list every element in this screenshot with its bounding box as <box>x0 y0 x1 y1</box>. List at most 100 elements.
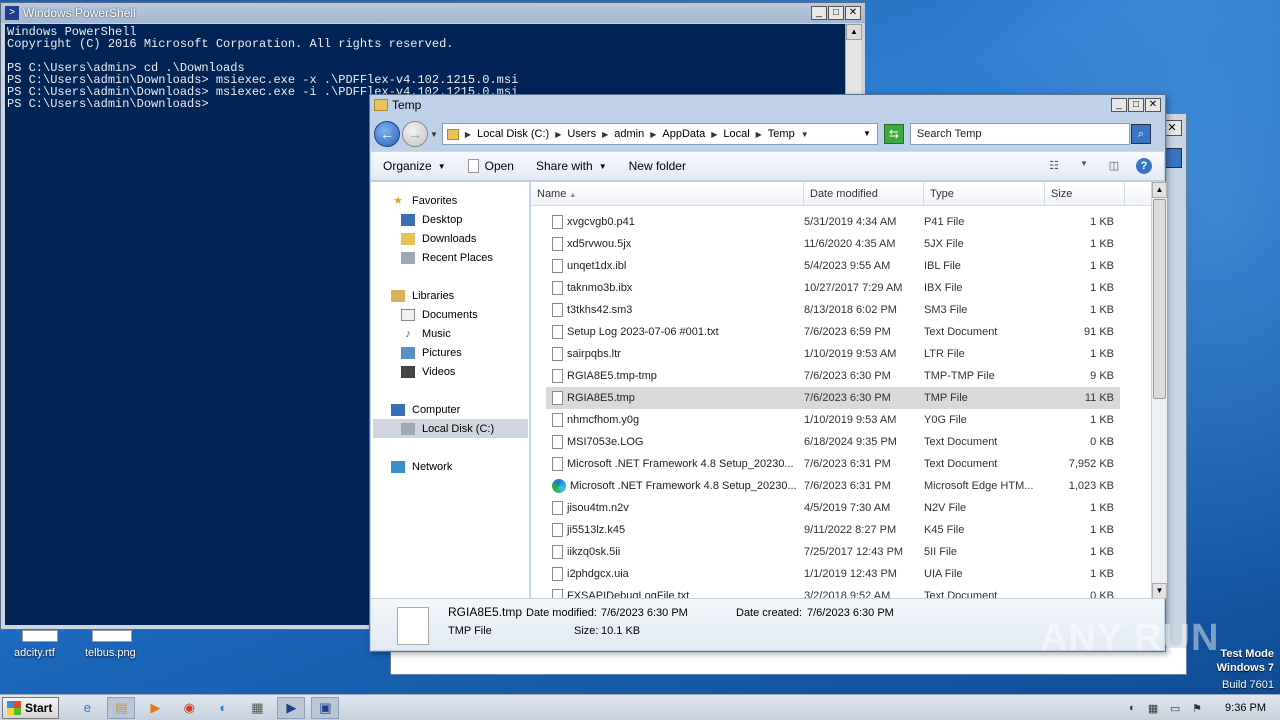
scroll-up-arrow-icon[interactable]: ▲ <box>1152 182 1167 198</box>
chevron-right-icon[interactable]: ▶ <box>555 130 561 139</box>
search-input[interactable]: Search Temp ⌕ <box>909 123 1151 145</box>
network-tray-icon[interactable]: ▦ <box>1145 702 1161 715</box>
internet-explorer-icon[interactable]: e <box>73 697 101 719</box>
file-row[interactable]: RGIA8E5.tmp 7/6/2023 6:30 PM TMP File 11 KB <box>546 387 1120 409</box>
new-folder-button[interactable]: New folder <box>629 159 686 173</box>
history-dropdown-icon[interactable]: ▼ <box>430 130 438 139</box>
desktop-icon-adcity[interactable]: adcity.rtf <box>14 647 55 659</box>
column-name[interactable]: Name ▲ <box>531 182 804 205</box>
start-button[interactable]: Start <box>2 696 60 719</box>
nav-network[interactable]: Network <box>391 457 529 476</box>
file-row[interactable]: xd5rvwou.5jx 11/6/2020 4:35 AM 5JX File 1 K… <box>546 233 1120 255</box>
nav-pictures[interactable]: Pictures <box>401 343 539 362</box>
file-name-cell[interactable]: iikzq0sk.5ii <box>546 545 804 559</box>
file-row[interactable]: t3tkhs42.sm3 8/13/2018 6:02 PM SM3 File 1 K… <box>546 299 1120 321</box>
file-name-cell[interactable]: jisou4tm.n2v <box>546 501 804 515</box>
file-name-cell[interactable]: RGIA8E5.tmp-tmp <box>546 369 804 383</box>
file-name-cell[interactable]: ji5513lz.k45 <box>546 523 804 537</box>
column-size[interactable]: Size <box>1045 182 1125 205</box>
powershell-titlebar[interactable]: > Windows PowerShell _ □ ✕ <box>1 3 865 23</box>
forward-button[interactable]: → <box>402 121 428 147</box>
file-row[interactable]: RGIA8E5.tmp-tmp 7/6/2023 6:30 PM TMP-TMP F… <box>546 365 1120 387</box>
file-name-cell[interactable]: MSI7053e.LOG <box>546 435 804 449</box>
refresh-button[interactable]: ⇆ <box>883 124 904 144</box>
breadcrumb-item[interactable]: Users <box>567 128 596 140</box>
column-type[interactable]: Type <box>924 182 1045 205</box>
installer-icon[interactable]: ▦ <box>243 697 271 719</box>
address-bar[interactable]: ▶ Local Disk (C:) ▶ Users ▶ admin ▶ AppData… <box>441 123 878 145</box>
search-icon[interactable]: ⌕ <box>1130 124 1151 144</box>
action-center-icon[interactable]: ▭ <box>1167 702 1183 715</box>
image-file-icon[interactable] <box>92 630 132 642</box>
chrome-icon[interactable]: ◉ <box>175 697 203 719</box>
file-icon[interactable] <box>22 630 58 642</box>
breadcrumb-item[interactable]: Local Disk (C:) <box>477 128 549 140</box>
breadcrumb-item[interactable]: Local <box>723 128 749 140</box>
file-row[interactable]: nhmcfhom.y0g 1/10/2019 9:53 AM Y0G File 1 K… <box>546 409 1120 431</box>
file-row[interactable]: unqet1dx.ibl 5/4/2023 9:55 AM IBL File 1 KB <box>546 255 1120 277</box>
chevron-right-icon[interactable]: ▶ <box>465 130 471 139</box>
nav-favorites[interactable]: ★ Favorites <box>391 191 529 210</box>
file-row[interactable]: sairpqbs.ltr 1/10/2019 9:53 AM LTR File 1 K… <box>546 343 1120 365</box>
file-row[interactable]: jisou4tm.n2v 4/5/2019 7:30 AM N2V File 1 KB <box>546 497 1120 519</box>
file-list[interactable]: Name ▲ Date modified Type Size xvgcvgb0.… <box>531 182 1151 599</box>
breadcrumb-item[interactable]: admin <box>614 128 644 140</box>
powershell-taskbar-icon[interactable]: ▶ <box>277 696 306 719</box>
nav-desktop[interactable]: Desktop <box>401 210 539 229</box>
file-list-scrollbar[interactable]: ▲ ▼ <box>1151 182 1167 599</box>
change-view-icon[interactable]: ☷ <box>1046 159 1062 173</box>
file-name-cell[interactable]: xvgcvgb0.p41 <box>546 215 804 229</box>
file-name-cell[interactable]: nhmcfhom.y0g <box>546 413 804 427</box>
file-row[interactable]: i2phdgcx.uia 1/1/2019 12:43 PM UIA File 1 K… <box>546 563 1120 585</box>
volume-icon[interactable]: ◖ <box>1123 702 1139 714</box>
close-button[interactable]: ✕ <box>845 6 861 20</box>
file-name-cell[interactable]: t3tkhs42.sm3 <box>546 303 804 317</box>
organize-button[interactable]: Organize ▼ <box>383 159 446 173</box>
file-row[interactable]: Setup Log 2023-07-06 #001.txt 7/6/2023 6:… <box>546 321 1120 343</box>
file-row[interactable]: FXSAPIDebugLogFile.txt 3/2/2018 9:52 AM Te… <box>546 585 1120 599</box>
preview-pane-icon[interactable]: ◫ <box>1106 159 1122 173</box>
nav-music[interactable]: ♪ Music <box>401 324 539 343</box>
explorer-window[interactable]: Temp _ □ ✕ ← → ▼ ▶ Local Disk (C:) ▶ User… <box>369 94 1167 652</box>
open-button[interactable]: Open <box>467 159 514 173</box>
help-icon[interactable]: ? <box>1136 158 1152 174</box>
file-name-cell[interactable]: Setup Log 2023-07-06 #001.txt <box>546 325 804 339</box>
chevron-down-icon[interactable]: ▼ <box>801 130 809 139</box>
clock[interactable]: 9:36 PM <box>1225 702 1266 714</box>
file-row[interactable]: xvgcvgb0.p41 5/31/2019 4:34 AM P41 File 1 K… <box>546 211 1120 233</box>
file-row[interactable]: Microsoft .NET Framework 4.8 Setup_20230… <box>546 475 1120 497</box>
nav-documents[interactable]: Documents <box>401 305 539 324</box>
scroll-down-arrow-icon[interactable]: ▼ <box>1152 583 1167 599</box>
media-player-icon[interactable]: ▶ <box>141 697 169 719</box>
nav-computer[interactable]: Computer <box>391 400 529 419</box>
installer-window-taskbar-icon[interactable]: ▣ <box>311 696 340 719</box>
file-name-cell[interactable]: Microsoft .NET Framework 4.8 Setup_20230… <box>546 479 804 493</box>
file-row[interactable]: MSI7053e.LOG 6/18/2024 9:35 PM Text Docume… <box>546 431 1120 453</box>
nav-recent-places[interactable]: Recent Places <box>401 248 539 267</box>
nav-downloads[interactable]: Downloads <box>401 229 539 248</box>
maximize-button[interactable]: □ <box>1128 98 1144 112</box>
breadcrumb-item[interactable]: Temp <box>768 128 795 140</box>
file-name-cell[interactable]: RGIA8E5.tmp <box>546 391 804 405</box>
close-button[interactable]: ✕ <box>1145 98 1161 112</box>
nav-videos[interactable]: Videos <box>401 362 539 381</box>
scrollbar-thumb[interactable] <box>1153 199 1166 399</box>
share-with-button[interactable]: Share with ▼ <box>536 159 607 173</box>
file-name-cell[interactable]: sairpqbs.ltr <box>546 347 804 361</box>
chevron-down-icon[interactable]: ▼ <box>1076 159 1092 173</box>
chevron-right-icon[interactable]: ▶ <box>602 130 608 139</box>
file-row[interactable]: iikzq0sk.5ii 7/25/2017 12:43 PM 5II File 1 … <box>546 541 1120 563</box>
file-row[interactable]: Microsoft .NET Framework 4.8 Setup_20230… <box>546 453 1120 475</box>
chevron-right-icon[interactable]: ▶ <box>711 130 717 139</box>
desktop-icon-telbus[interactable]: telbus.png <box>85 647 136 659</box>
breadcrumb-item[interactable]: AppData <box>662 128 705 140</box>
explorer-taskbar-icon[interactable]: ▤ <box>107 696 136 719</box>
file-name-cell[interactable]: xd5rvwou.5jx <box>546 237 804 251</box>
file-row[interactable]: ji5513lz.k45 9/11/2022 8:27 PM K45 File 1 K… <box>546 519 1120 541</box>
nav-local-disk[interactable]: Local Disk (C:) <box>373 419 528 438</box>
scroll-up-arrow-icon[interactable]: ▲ <box>846 24 862 40</box>
file-row[interactable]: taknmo3b.ibx 10/27/2017 7:29 AM IBX File 1 … <box>546 277 1120 299</box>
file-name-cell[interactable]: taknmo3b.ibx <box>546 281 804 295</box>
nav-libraries[interactable]: Libraries <box>391 286 529 305</box>
file-name-cell[interactable]: i2phdgcx.uia <box>546 567 804 581</box>
